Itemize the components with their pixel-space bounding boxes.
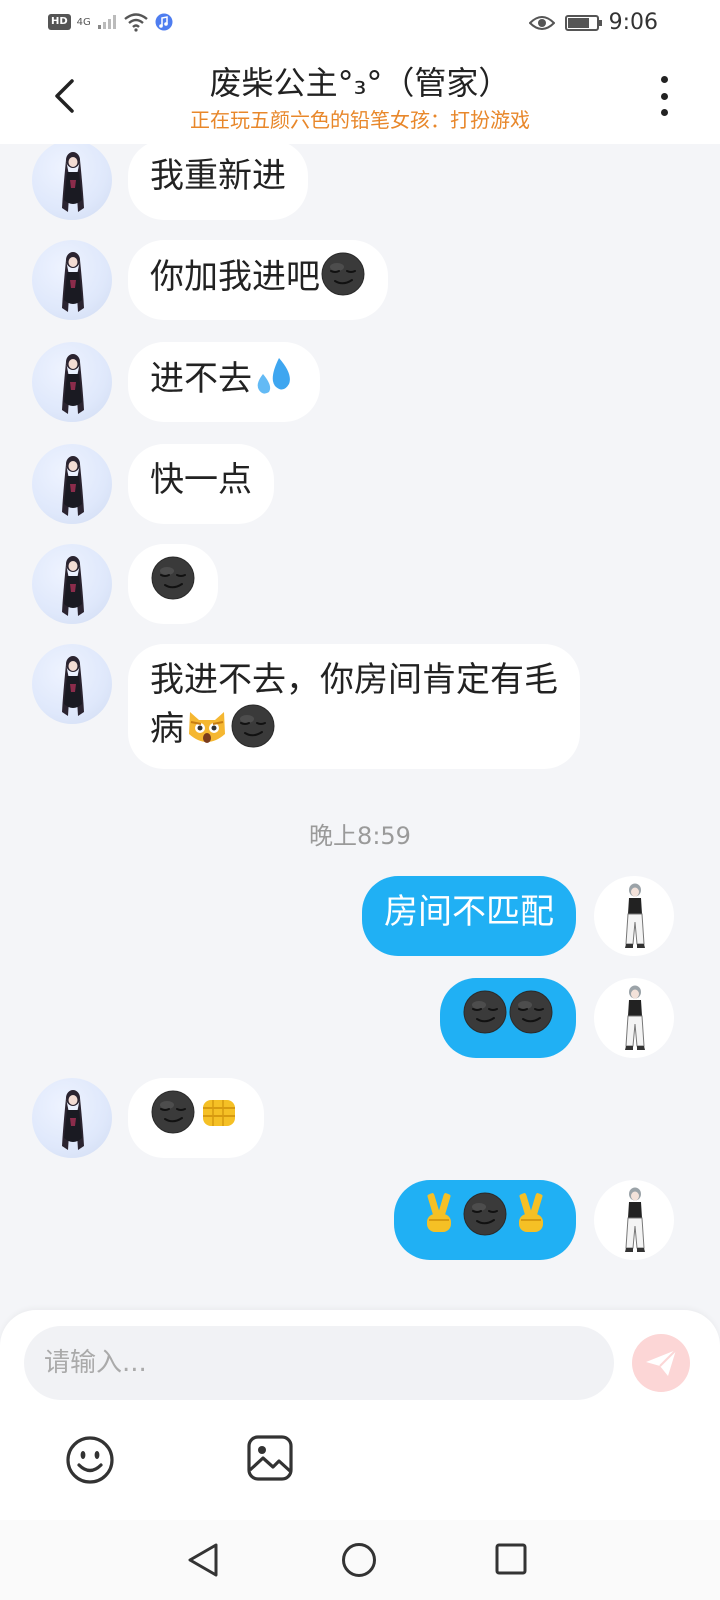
scared-cat-emoji [189, 712, 225, 743]
circle-home-icon[interactable] [341, 1542, 377, 1578]
message-text: 快一点 [150, 460, 252, 500]
message-text: 我进不去，你房间肯定有毛 [150, 660, 558, 700]
contact-avatar[interactable] [32, 1078, 112, 1158]
message-bubble[interactable]: 房间不匹配 [362, 876, 576, 956]
clock: 9:06 [608, 10, 658, 35]
more-options-button[interactable] [652, 76, 676, 116]
avatar-figure [625, 985, 645, 1050]
avatar-figure [62, 1090, 84, 1150]
message-text: 我重新进 [150, 156, 286, 196]
message-bubble[interactable]: 我进不去，你房间肯定有毛病 [128, 644, 580, 769]
message-text: 进不去 [150, 359, 252, 399]
message-bubble[interactable] [440, 978, 576, 1058]
send-icon [646, 1349, 677, 1376]
system-nav-bar [0, 1520, 720, 1600]
sweat-drops-emoji [257, 358, 290, 394]
hd-badge: HD [48, 14, 71, 30]
battery-icon [564, 14, 602, 31]
incoming-message: 进不去 [32, 342, 320, 422]
incoming-message [32, 1078, 264, 1158]
chevron-left-icon [55, 79, 74, 113]
send-button[interactable] [632, 1334, 690, 1392]
smirk-dark-emoji [509, 990, 553, 1034]
avatar-figure [62, 656, 84, 716]
activity-status[interactable]: 正在玩五颜六色的铅笔女孩：打扮游戏 [120, 104, 600, 133]
status-left: HD 4G [48, 12, 173, 32]
incoming-message: 快一点 [32, 444, 274, 524]
avatar-figure [625, 883, 645, 948]
message-text: 房间不匹配 [384, 892, 554, 932]
message-bubble[interactable] [128, 1078, 264, 1158]
message-text: 病 [150, 709, 184, 749]
avatar-figure [62, 152, 84, 212]
my-avatar[interactable] [594, 1180, 674, 1260]
wifi-icon [124, 13, 148, 32]
outgoing-message [394, 1180, 674, 1260]
image-icon[interactable] [246, 1434, 294, 1482]
contact-avatar[interactable] [32, 444, 112, 524]
avatar-figure [625, 1187, 645, 1252]
outgoing-message [440, 978, 674, 1058]
message-bubble[interactable]: 我重新进 [128, 144, 308, 220]
back-button[interactable] [44, 72, 84, 120]
contact-avatar[interactable] [32, 342, 112, 422]
my-avatar[interactable] [594, 876, 674, 956]
contact-avatar[interactable] [32, 544, 112, 624]
contact-avatar[interactable] [32, 144, 112, 220]
signal-icon [97, 15, 116, 29]
victory-hand-emoji [427, 1192, 451, 1232]
composer [0, 1310, 720, 1520]
victory-hand-emoji [519, 1192, 543, 1232]
triangle-back-icon[interactable] [186, 1542, 220, 1578]
smirk-dark-emoji [321, 252, 365, 296]
contact-avatar[interactable] [32, 240, 112, 320]
message-bubble[interactable] [128, 544, 218, 624]
avatar-figure [62, 456, 84, 516]
battery-level [567, 17, 589, 28]
network-label: 4G [76, 16, 91, 28]
timestamp-divider: 晚上8:59 [309, 822, 411, 850]
outgoing-message: 房间不匹配 [362, 876, 674, 956]
message-text: 你加我进吧 [150, 257, 320, 297]
smirk-dark-emoji [151, 1090, 195, 1134]
status-bar: HD 4G 9:06 [0, 0, 720, 48]
chat-header: 废柴公主°₃°（管家） 正在玩五颜六色的铅笔女孩：打扮游戏 [0, 48, 720, 144]
message-list[interactable]: 我重新进 你加我进吧 进不去 快一点 我进不去，你房间肯定有毛 病 晚上8:59… [0, 144, 720, 1310]
music-app-icon [155, 13, 173, 31]
more-vertical-icon [660, 76, 668, 83]
my-avatar[interactable] [594, 978, 674, 1058]
smirk-dark-emoji [463, 990, 507, 1034]
message-bubble[interactable] [394, 1180, 576, 1260]
square-recent-icon[interactable] [494, 1542, 528, 1576]
smirk-dark-emoji [463, 1192, 507, 1236]
smirk-dark-emoji [151, 556, 195, 600]
avatar-figure [62, 252, 84, 312]
eye-icon [528, 15, 555, 30]
page-title: 废柴公主°₃°（管家） [209, 64, 511, 102]
avatar-figure [62, 556, 84, 616]
incoming-message: 你加我进吧 [32, 240, 388, 320]
contact-avatar[interactable] [32, 644, 112, 724]
fist-bump-emoji [203, 1100, 235, 1126]
message-input[interactable] [24, 1326, 614, 1400]
incoming-message [32, 544, 218, 624]
message-bubble[interactable]: 快一点 [128, 444, 274, 524]
status-right: 9:06 [528, 10, 658, 35]
smirk-dark-emoji [231, 704, 275, 748]
incoming-message: 我进不去，你房间肯定有毛病 [32, 644, 580, 769]
message-bubble[interactable]: 进不去 [128, 342, 320, 422]
incoming-message: 我重新进 [32, 144, 308, 220]
smiley-icon[interactable] [64, 1434, 116, 1486]
avatar-figure [62, 354, 84, 414]
message-bubble[interactable]: 你加我进吧 [128, 240, 388, 320]
